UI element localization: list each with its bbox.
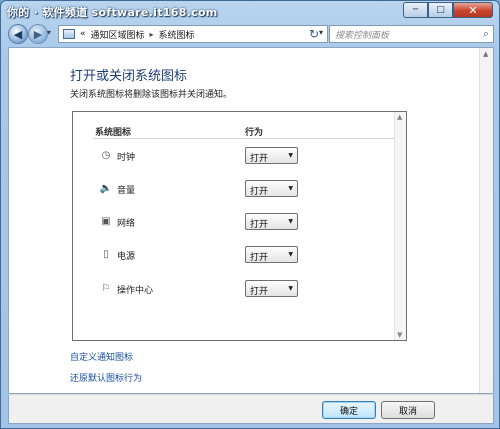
refresh-icon[interactable]: ↻ [303,25,325,43]
page-description: 关闭系统图标将删除该图标并关闭通知。 [70,90,233,100]
system-icons-list: 系统图标 行为 ◷ 时钟 打开 ▼ 🔈 音量 打开 ▼ ▣ 网络 打开 ▼ ▯ … [72,111,407,341]
power-icon: ▯ [103,248,109,260]
page-title: 打开或关闭系统图标 [70,69,188,84]
restore-default-icon-behavior-link[interactable]: 还原默认图标行为 [70,371,142,384]
navigation-bar: ◀ ▶ ▾ « 通知区域图标 ▸ 系统图标 ▾ ↻ 搜索控制面板 ⌕ [1,22,499,46]
select-value: 打开 [250,287,269,297]
action-center-behavior-select[interactable]: 打开 ▼ [245,280,298,297]
dialog-footer: 确定 取消 [8,394,494,424]
title-bar[interactable]: 你的 · 软件频道 software.it168.com ─ □ ✕ [1,1,499,21]
content-area: 打开或关闭系统图标 关闭系统图标将删除该图标并关闭通知。 系统图标 行为 ◷ 时… [8,47,494,394]
scroll-down-icon[interactable]: ▼ [397,331,402,339]
scroll-up-icon[interactable]: ▲ [397,113,402,121]
row-volume: 🔈 音量 打开 ▼ [73,179,393,199]
network-behavior-select[interactable]: 打开 ▼ [245,213,298,230]
clock-behavior-select[interactable]: 打开 ▼ [245,147,298,164]
select-value: 打开 [250,220,269,230]
control-panel-icon [63,29,75,39]
row-label: 操作中心 [117,286,154,296]
search-placeholder: 搜索控制面板 [335,31,390,41]
column-header-behavior: 行为 [245,128,264,138]
breadcrumb-notification-area[interactable]: 通知区域图标 [91,28,145,41]
window-controls: ─ □ ✕ [403,2,493,18]
search-icon[interactable]: ⌕ [483,27,489,41]
power-behavior-select[interactable]: 打开 ▼ [245,246,298,263]
breadcrumb-prefix[interactable]: « [80,29,86,39]
back-button[interactable]: ◀ [8,24,28,44]
watermark-text: 你的 · 软件频道 software.it168.com [7,6,218,19]
control-panel-window: 你的 · 软件频道 software.it168.com ─ □ ✕ ◀ ▶ ▾… [0,0,500,429]
chevron-down-icon: ▼ [288,251,293,258]
breadcrumb-separator[interactable]: ▸ [150,30,154,39]
clock-icon: ◷ [101,149,111,161]
forward-button[interactable]: ▶ [28,24,48,44]
ok-button[interactable]: 确定 [322,401,376,419]
action-center-flag-icon: ⚐ [101,282,111,294]
row-label: 网络 [117,219,136,229]
row-label: 时钟 [117,153,136,163]
list-scrollbar[interactable]: ▲ ▼ [394,112,406,340]
column-header-icons: 系统图标 [95,128,132,138]
row-action-center: ⚐ 操作中心 打开 ▼ [73,279,393,299]
close-button[interactable]: ✕ [453,2,493,18]
chevron-down-icon: ▼ [288,218,293,225]
recent-pages-dropdown[interactable]: ▾ [47,28,51,37]
volume-icon: 🔈 [99,182,113,194]
volume-behavior-select[interactable]: 打开 ▼ [245,180,298,197]
back-arrow-icon: ◀ [13,27,23,41]
chevron-down-icon: ▼ [288,152,293,159]
chevron-down-icon: ▼ [288,285,293,292]
search-input[interactable]: 搜索控制面板 ⌕ [329,25,494,43]
network-icon: ▣ [101,215,111,227]
select-value: 打开 [250,187,269,197]
select-value: 打开 [250,154,269,164]
row-label: 电源 [117,252,136,262]
address-bar[interactable]: « 通知区域图标 ▸ 系统图标 ▾ [58,25,328,43]
minimize-button[interactable]: ─ [403,2,428,18]
row-power: ▯ 电源 打开 ▼ [73,245,393,265]
row-label: 音量 [117,186,136,196]
chevron-down-icon: ▼ [288,185,293,192]
select-value: 打开 [250,253,269,263]
breadcrumb-system-icons[interactable]: 系统图标 [159,28,195,41]
row-clock: ◷ 时钟 打开 ▼ [73,146,393,166]
header-divider [93,138,395,139]
maximize-button[interactable]: □ [428,2,453,18]
cancel-button[interactable]: 取消 [381,401,435,419]
page-scrollbar[interactable]: ▲ [479,48,493,393]
row-network: ▣ 网络 打开 ▼ [73,212,393,232]
customize-notification-icons-link[interactable]: 自定义通知图标 [70,350,133,363]
forward-arrow-icon: ▶ [33,27,43,41]
scroll-up-icon[interactable]: ▲ [483,50,488,58]
